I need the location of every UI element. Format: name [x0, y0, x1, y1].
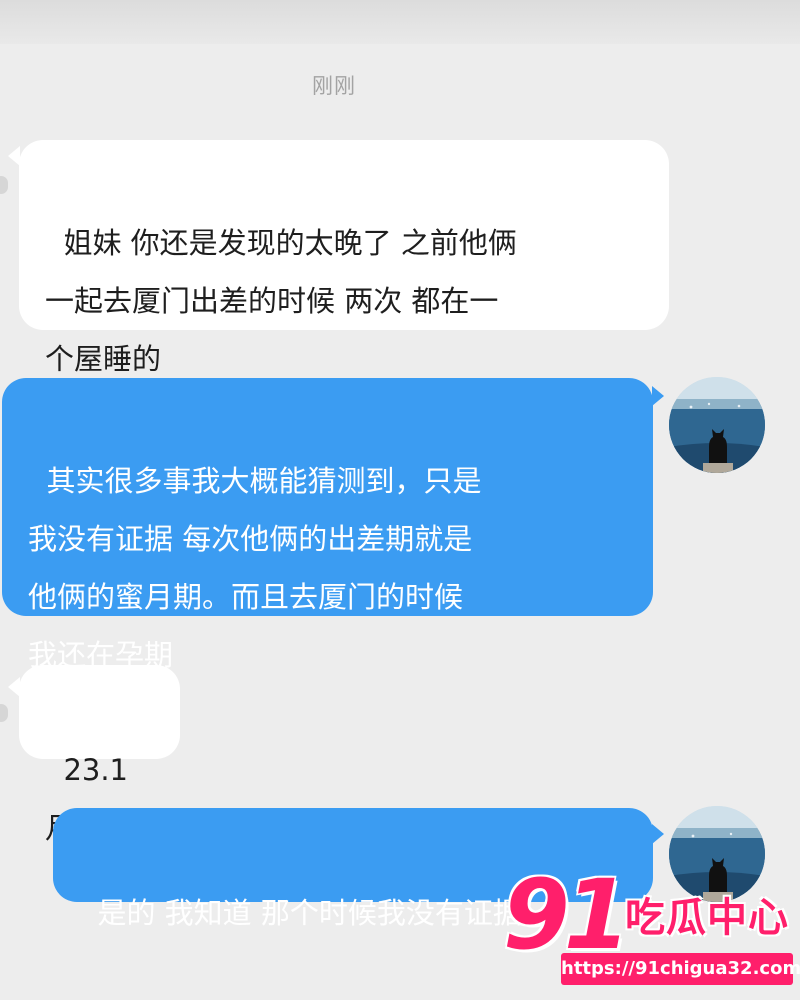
message-text: 是的 我知道 那个时候我没有证据: [97, 896, 522, 930]
bubble-tail: [652, 824, 664, 844]
watermark-url: https://91chigua32.com: [561, 953, 800, 985]
message-text: 姐妹 你还是发现的太晚了 之前他俩 一起去厦门出差的时候 两次 都在一 个屋睡的: [45, 226, 517, 376]
watermark-number: 91: [503, 859, 631, 971]
site-watermark: 91 吃瓜中心 https://91chigua32.com: [503, 865, 800, 1000]
outgoing-message-bubble[interactable]: 其实很多事我大概能猜测到，只是 我没有证据 每次他俩的出差期就是 他俩的蜜月期。…: [2, 378, 653, 672]
message-timestamp: 刚刚: [312, 74, 356, 98]
message-text: 其实很多事我大概能猜测到，只是 我没有证据 每次他俩的出差期就是 他俩的蜜月期。…: [28, 464, 482, 672]
incoming-message-bubble[interactable]: 23.1月: [19, 665, 180, 845]
watermark-brand: 吃瓜中心: [625, 895, 789, 941]
cat-by-sea-avatar-icon[interactable]: [669, 377, 765, 473]
bubble-tail: [652, 386, 664, 406]
incoming-message-bubble[interactable]: 姐妹 你还是发现的太晚了 之前他俩 一起去厦门出差的时候 两次 都在一 个屋睡的: [19, 140, 669, 376]
sender-avatar-edge: [0, 704, 8, 722]
top-bar-shadow: [0, 0, 800, 44]
avatar-image: [669, 377, 765, 473]
sender-avatar-edge: [0, 176, 8, 194]
